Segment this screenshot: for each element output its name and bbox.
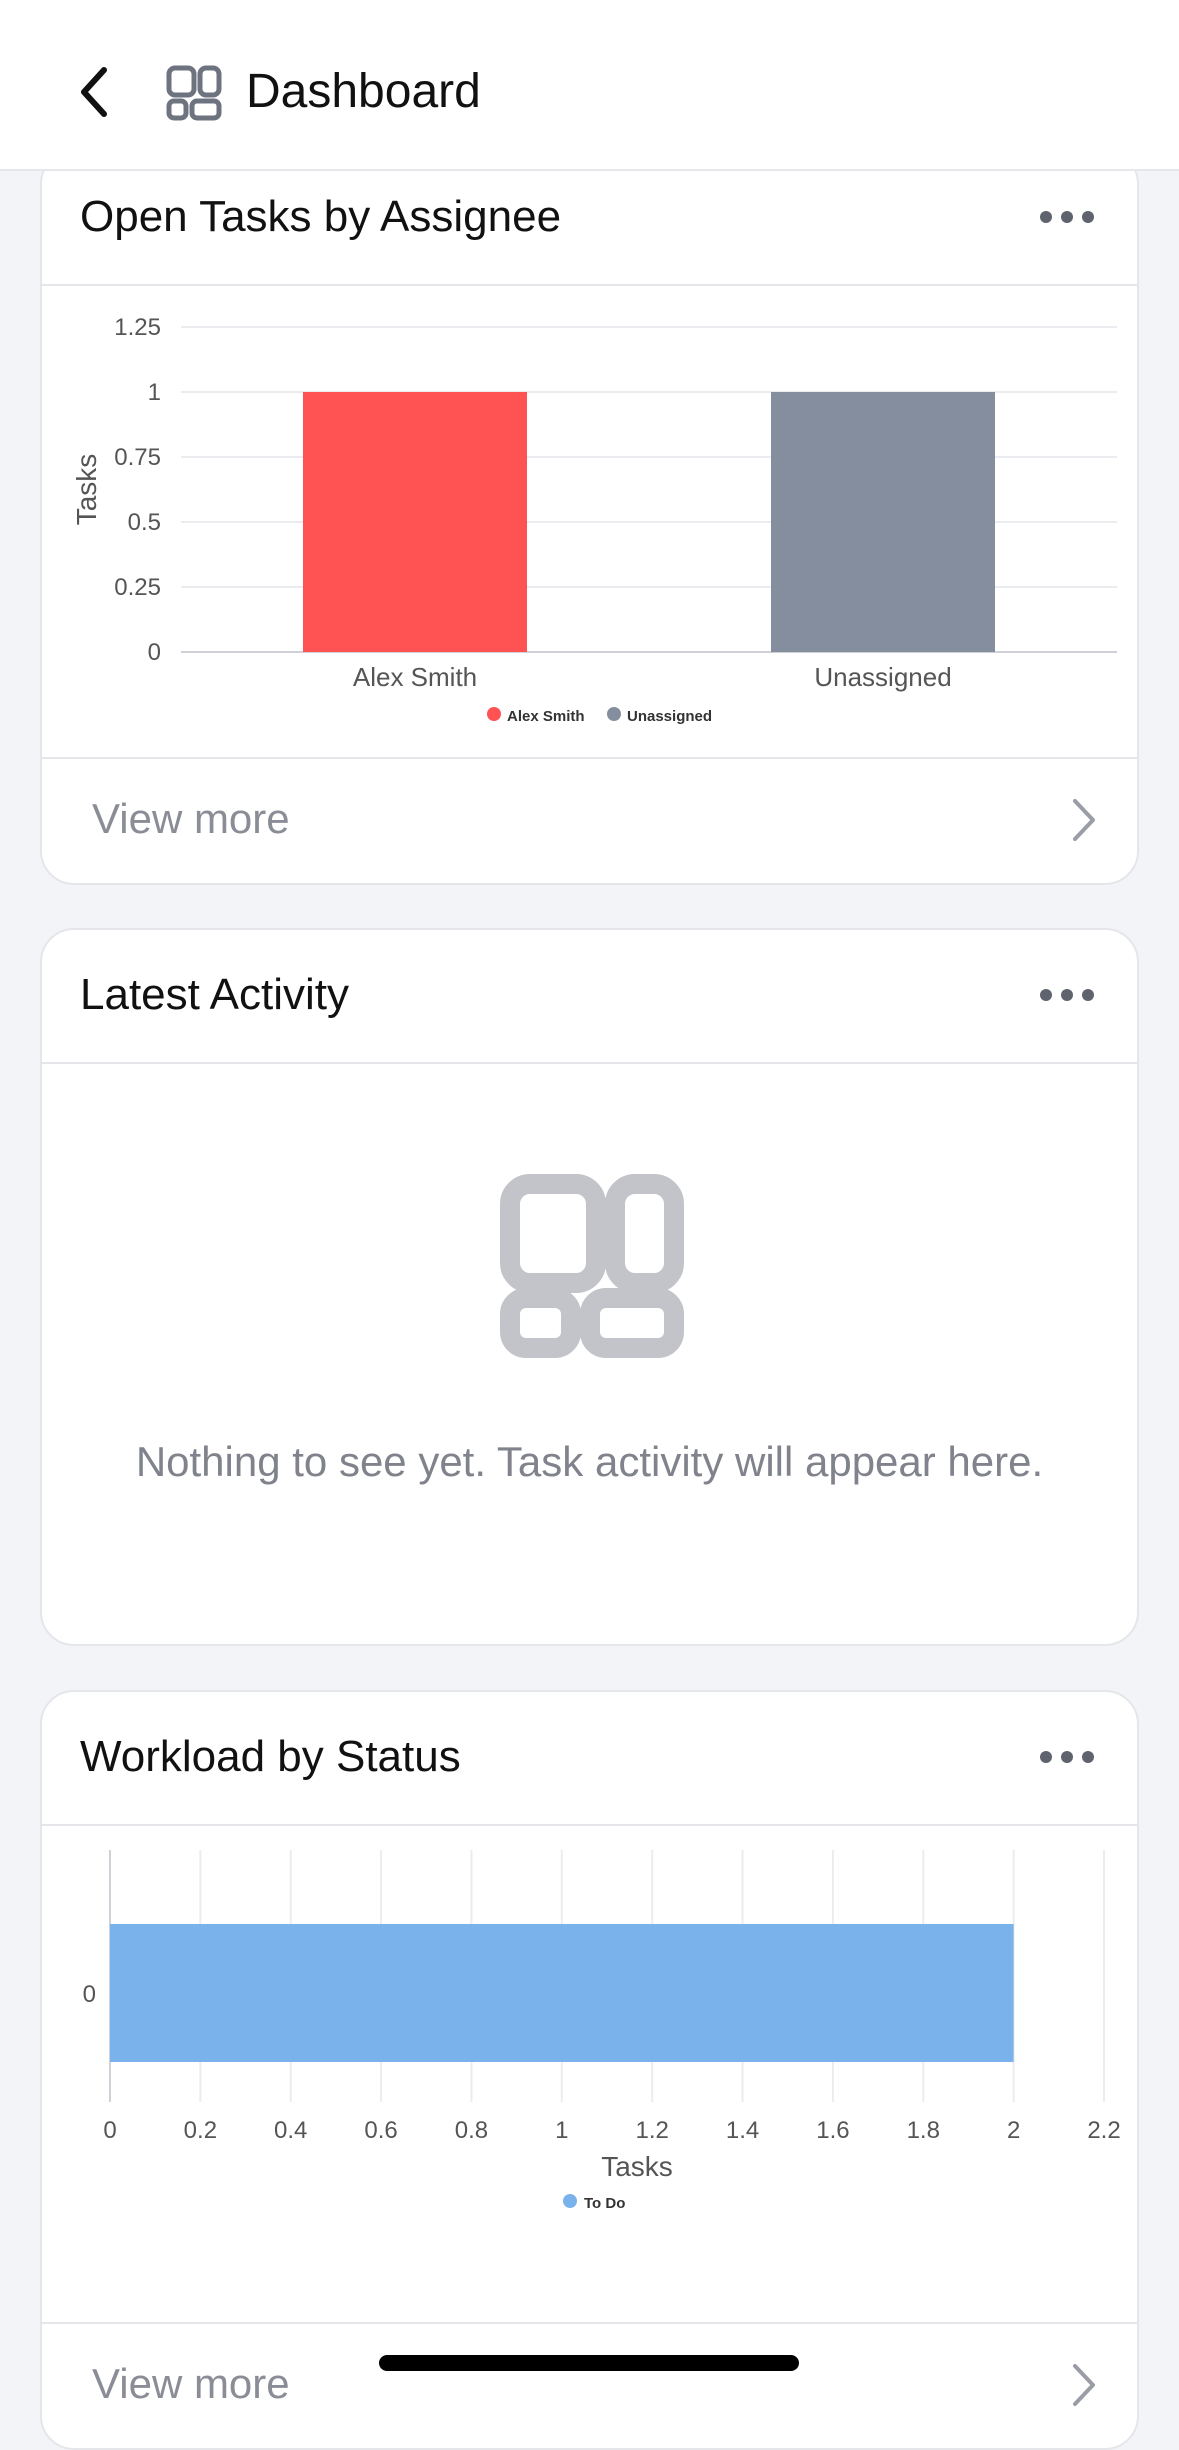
- view-more-button[interactable]: View more: [42, 2322, 1137, 2448]
- bar: [303, 392, 527, 652]
- more-horizontal-icon[interactable]: [1037, 1742, 1097, 1772]
- card-title: Latest Activity: [80, 970, 350, 1019]
- latest-activity-card: Latest Activity Nothing to see yet. Task…: [40, 928, 1139, 1646]
- bar: [110, 1924, 1014, 2062]
- y-tick-label: 0: [148, 639, 161, 666]
- x-tick-label: 1.2: [635, 2117, 668, 2144]
- workload-chart: 0 0.2 0.4 0.6 0.8 1 1.2 1.4 1.6 1.8 2 2.2 0 Tasks To D…: [83, 1850, 1121, 2212]
- home-indicator: [379, 2355, 799, 2371]
- y-tick-label: 1.25: [114, 314, 161, 341]
- legend-label: Unassigned: [627, 708, 712, 725]
- legend-swatch: [607, 707, 621, 721]
- open-tasks-chart: 0 0.25 0.5 0.75 1 1.25 Tasks Alex Smith Unassign…: [71, 314, 1117, 725]
- card-title: Open Tasks by Assignee: [80, 192, 562, 241]
- view-more-label: View more: [92, 2360, 290, 2407]
- top-bar: Dashboard: [0, 0, 1179, 171]
- x-tick-label: 0.4: [274, 2117, 307, 2144]
- dashboard-grid-icon: [166, 65, 222, 121]
- x-tick-label: 1.8: [907, 2117, 940, 2144]
- x-tick-label: 2.2: [1087, 2117, 1120, 2144]
- x-tick-label: 0.8: [455, 2117, 488, 2144]
- x-tick-label: 1: [555, 2117, 568, 2144]
- empty-state-message: Nothing to see yet. Task activity will a…: [135, 1438, 1044, 1485]
- workload-card: Workload by Status 0 0.2 0.4 0.6 0.8 1 1.2 1.4 1…: [40, 1690, 1139, 2450]
- dashboard-grid-icon: [500, 1174, 684, 1358]
- y-axis-label: Tasks: [71, 454, 102, 526]
- chevron-left-icon[interactable]: [70, 62, 120, 122]
- open-tasks-card: Open Tasks by Assignee 0 0.25 0.5 0.75 1 1.25…: [40, 150, 1139, 885]
- x-tick-label: 1.4: [726, 2117, 759, 2144]
- x-axis-label: Tasks: [601, 2151, 673, 2182]
- y-tick-label: 0.75: [114, 444, 161, 471]
- chevron-right-icon: [1073, 799, 1095, 841]
- y-tick-label: 1: [148, 379, 161, 406]
- x-tick-label: 1.6: [816, 2117, 849, 2144]
- bar: [771, 392, 995, 652]
- x-tick-label: 0.2: [184, 2117, 217, 2144]
- card-header: Open Tasks by Assignee: [42, 152, 1137, 286]
- page-title: Dashboard: [246, 65, 481, 118]
- chevron-right-icon: [1073, 2364, 1095, 2406]
- x-tick-label: Unassigned: [814, 662, 951, 692]
- y-tick-label: 0: [83, 1981, 96, 2008]
- more-horizontal-icon[interactable]: [1037, 202, 1097, 232]
- view-more-label: View more: [92, 795, 290, 842]
- legend-label: Alex Smith: [507, 708, 585, 725]
- x-tick-label: 0.6: [364, 2117, 397, 2144]
- card-header: Latest Activity: [42, 930, 1137, 1064]
- legend-swatch: [487, 707, 501, 721]
- legend-label: To Do: [584, 2195, 625, 2212]
- x-tick-label: 0: [103, 2117, 116, 2144]
- y-tick-label: 0.5: [128, 509, 161, 536]
- card-header: Workload by Status: [42, 1692, 1137, 1826]
- x-tick-label: 2: [1007, 2117, 1020, 2144]
- y-tick-label: 0.25: [114, 574, 161, 601]
- more-horizontal-icon[interactable]: [1037, 980, 1097, 1010]
- legend-swatch: [563, 2194, 577, 2208]
- card-title: Workload by Status: [80, 1732, 461, 1781]
- x-tick-label: Alex Smith: [353, 662, 477, 692]
- view-more-button[interactable]: View more: [42, 757, 1137, 883]
